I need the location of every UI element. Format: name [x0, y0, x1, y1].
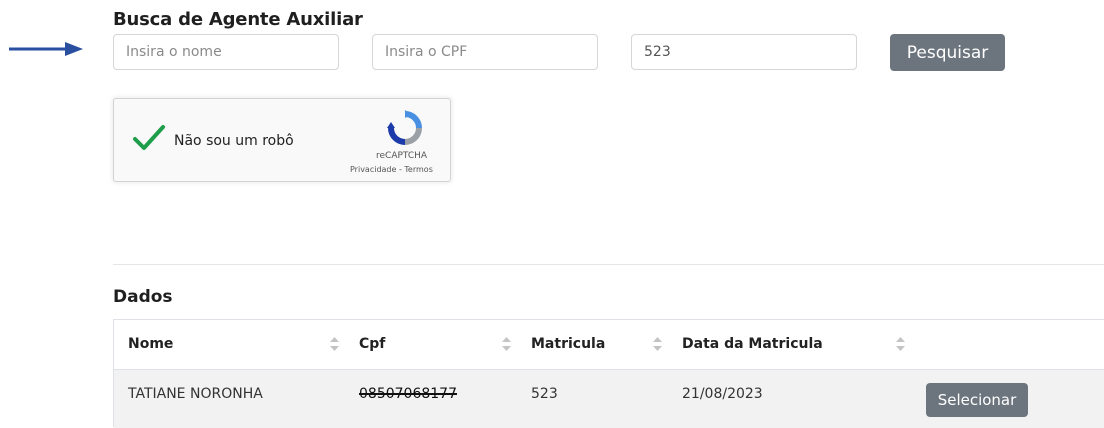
search-title: Busca de Agente Auxiliar [113, 9, 363, 30]
recaptcha-widget: Não sou um robô reCAPTCHA Privacidade - … [113, 98, 451, 182]
checkmark-icon[interactable] [132, 123, 166, 153]
captcha-label: Não sou um robô [174, 133, 294, 149]
arrow-right-icon [9, 42, 83, 56]
cpf-input[interactable] [372, 34, 598, 70]
sort-icon[interactable] [653, 337, 662, 351]
sort-icon[interactable] [896, 337, 905, 351]
select-button[interactable]: Selecionar [926, 383, 1028, 417]
column-header-nome[interactable]: Nome [128, 336, 173, 352]
column-header-cpf[interactable]: Cpf [359, 336, 385, 352]
captcha-brand: reCAPTCHA [376, 151, 428, 161]
cell-matricula: 523 [531, 386, 558, 402]
cell-nome: TATIANE NORONHA [128, 386, 263, 402]
section-divider [113, 264, 1104, 265]
search-button[interactable]: Pesquisar [890, 34, 1005, 71]
results-table: Nome Cpf Matricula Data da Matricula TAT… [113, 319, 1104, 428]
table-row: TATIANE NORONHA 08507068177 523 21/08/20… [114, 370, 1104, 428]
sort-icon[interactable] [502, 337, 511, 351]
cell-cpf: 08507068177 [359, 386, 457, 402]
column-header-data[interactable]: Data da Matricula [682, 336, 823, 352]
recaptcha-logo-icon [387, 110, 422, 145]
captcha-links[interactable]: Privacidade - Termos [350, 165, 433, 174]
name-input[interactable] [113, 34, 339, 70]
column-header-matricula[interactable]: Matricula [531, 336, 605, 352]
results-title: Dados [113, 287, 173, 307]
matricula-input[interactable] [631, 34, 857, 70]
sort-icon[interactable] [330, 337, 339, 351]
cell-data: 21/08/2023 [682, 386, 763, 402]
table-header-row: Nome Cpf Matricula Data da Matricula [114, 320, 1104, 370]
